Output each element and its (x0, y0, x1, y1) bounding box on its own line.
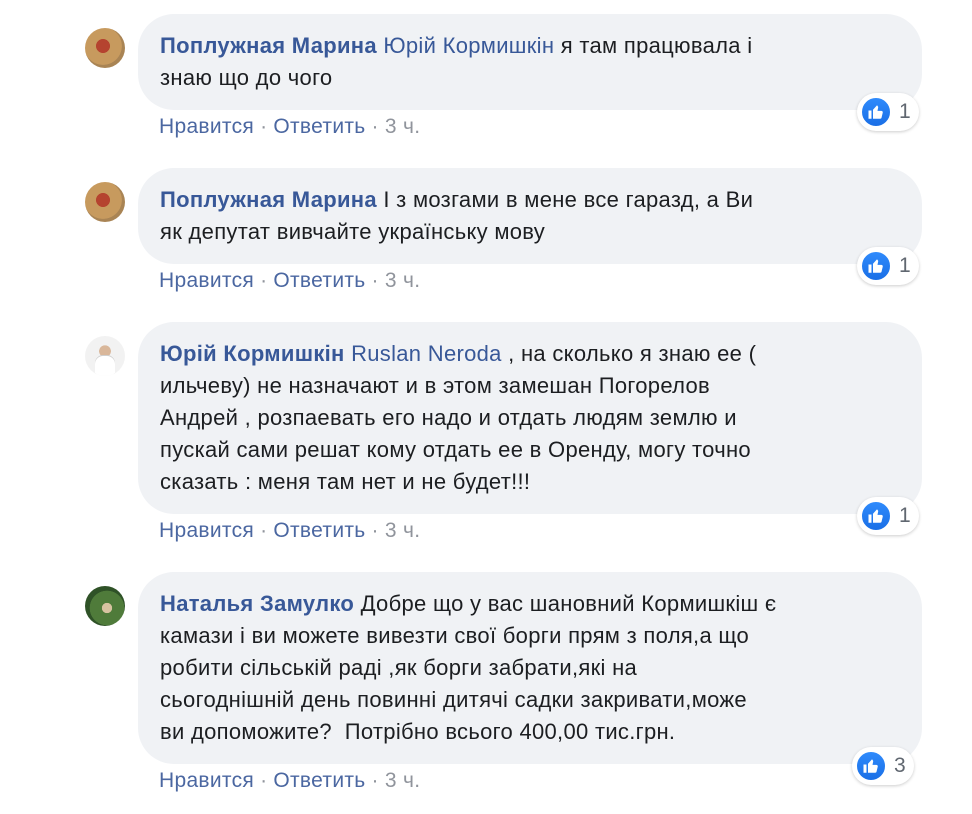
comment-author[interactable]: Наталья Замулко (160, 591, 354, 616)
separator: · (371, 769, 379, 792)
reply-link[interactable]: Ответить (273, 519, 365, 542)
comment-mention[interactable]: Юрій Кормишкін (383, 33, 554, 58)
comment-text: сьогоднішній день повинні дитячі садки з… (160, 687, 747, 712)
separator: · (260, 519, 268, 542)
comment-author[interactable]: Поплужная Марина (160, 33, 377, 58)
reaction-summary[interactable]: 3 (852, 747, 914, 785)
timestamp[interactable]: 3 ч. (385, 769, 421, 792)
comment-text: знаю що до чого (160, 65, 333, 90)
like-link[interactable]: Нравится (159, 115, 254, 138)
reply-link[interactable]: Ответить (273, 769, 365, 792)
timestamp[interactable]: 3 ч. (385, 519, 421, 542)
comment-author[interactable]: Поплужная Марина (160, 187, 377, 212)
separator: · (260, 115, 268, 138)
like-icon (860, 96, 892, 128)
separator: · (371, 519, 379, 542)
reaction-summary[interactable]: 1 (857, 247, 919, 285)
comment-actions: Нравится · Ответить · 3 ч. (159, 269, 420, 293)
separator: · (260, 269, 268, 292)
comment-bubble: Поплужная Марина І з мозгами в мене все … (138, 168, 922, 264)
comment-text: ви допоможите? Потрібно всього 400,00 ти… (160, 719, 676, 744)
comment-text: Андрей , розпаевать его надо и отдать лю… (160, 405, 737, 430)
comment-bubble: Поплужная Марина Юрій Кормишкін я там пр… (138, 14, 922, 110)
reply-link[interactable]: Ответить (273, 115, 365, 138)
like-link[interactable]: Нравится (159, 269, 254, 292)
reaction-count: 1 (899, 100, 911, 123)
comment-text: робити сільській раді ,як борги забрати,… (160, 655, 638, 680)
comment-author[interactable]: Юрій Кормишкін (160, 341, 345, 366)
comment-actions: Нравится · Ответить · 3 ч. (159, 769, 420, 793)
comment-text: сказать : меня там нет и не будет!!! (160, 469, 531, 494)
separator: · (371, 115, 379, 138)
reaction-count: 3 (894, 754, 906, 777)
reaction-count: 1 (899, 254, 911, 277)
comment-text: камази і ви можете вивезти свої борги пр… (160, 623, 750, 648)
like-link[interactable]: Нравится (159, 769, 254, 792)
comment-text: , на сколько я знаю ее ( (508, 341, 757, 366)
avatar[interactable] (85, 182, 125, 222)
timestamp[interactable]: 3 ч. (385, 269, 421, 292)
comment-text: І з мозгами в мене все гаразд, а Ви (383, 187, 754, 212)
reply-link[interactable]: Ответить (273, 269, 365, 292)
timestamp[interactable]: 3 ч. (385, 115, 421, 138)
avatar[interactable] (85, 28, 125, 68)
comment-text: пускай сами решат кому отдать ее в Оренд… (160, 437, 751, 462)
comment-text: Добре що у вас шановний Кормишкіш є (360, 591, 777, 616)
comment-bubble: Юрій Кормишкін Ruslan Neroda , на скольк… (138, 322, 922, 514)
reaction-summary[interactable]: 1 (857, 497, 919, 535)
like-link[interactable]: Нравится (159, 519, 254, 542)
separator: · (260, 769, 268, 792)
like-icon (860, 500, 892, 532)
comment-mention[interactable]: Ruslan Neroda (351, 341, 502, 366)
comment-text: я там працювала і (560, 33, 753, 58)
comment-actions: Нравится · Ответить · 3 ч. (159, 115, 420, 139)
avatar[interactable] (85, 336, 125, 376)
comment-text: ильчеву) не назначают и в этом замешан П… (160, 373, 711, 398)
separator: · (371, 269, 379, 292)
reaction-summary[interactable]: 1 (857, 93, 919, 131)
like-icon (855, 750, 887, 782)
comment-bubble: Наталья Замулко Добре що у вас шановний … (138, 572, 922, 764)
comment-actions: Нравится · Ответить · 3 ч. (159, 519, 420, 543)
comment-text: як депутат вивчайте українську мову (160, 219, 546, 244)
avatar[interactable] (85, 586, 125, 626)
like-icon (860, 250, 892, 282)
reaction-count: 1 (899, 504, 911, 527)
